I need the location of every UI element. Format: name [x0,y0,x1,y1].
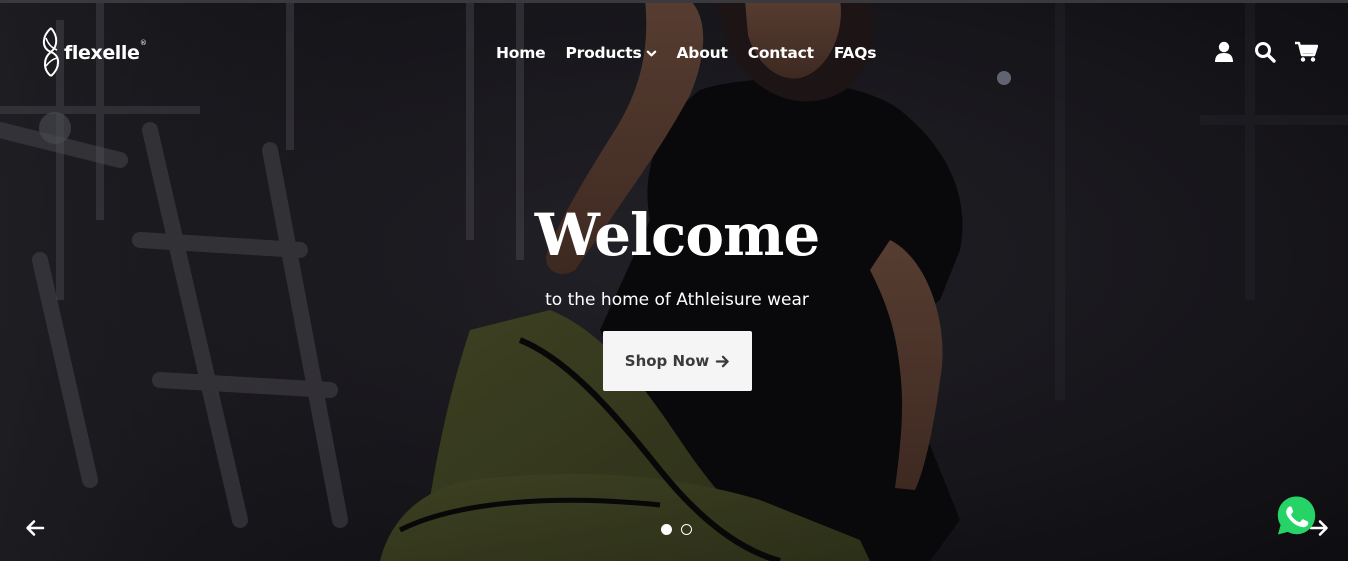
arrow-right-icon [715,355,730,367]
nav-item-home[interactable]: Home [496,44,546,62]
nav-item-label: FAQs [833,44,877,62]
nav-item-about[interactable]: About [677,44,728,62]
nav-item-label: Contact [747,44,814,62]
whatsapp-icon[interactable] [1276,495,1317,536]
search-icon [1255,42,1276,63]
user-icon [1215,41,1233,62]
search-button[interactable] [1253,40,1277,64]
hero-title: Welcome [534,201,821,269]
account-button[interactable] [1212,40,1236,64]
nav-item-label: About [676,44,728,62]
nav-item-label: Products [565,44,642,62]
nav-item-contact[interactable]: Contact [748,44,814,62]
slider-dots [661,524,701,535]
slider-prev-arrow-icon[interactable] [24,517,46,539]
logo-leaf-icon [42,27,60,77]
nav-item-label: Home [496,44,546,62]
hero-subtitle: to the home of Athleisure wear [545,290,809,310]
slider-dot-1[interactable] [661,524,672,535]
slider-dot-2[interactable] [681,524,692,535]
brand-logo[interactable]: flexelle ® [38,26,147,78]
site-header: flexelle ® Home Products About Contact F… [0,0,1348,100]
registered-mark: ® [139,39,147,47]
nav-item-faqs[interactable]: FAQs [833,44,877,62]
header-icons [1195,40,1318,64]
nav-item-products[interactable]: Products [565,44,656,62]
brand-name: flexelle ® [64,39,147,64]
hero-banner: flexelle ® Home Products About Contact F… [0,0,1348,561]
cart-icon [1295,41,1318,62]
shop-now-label: Shop Now [624,352,710,370]
main-nav: Home Products About Contact FAQs [496,42,876,64]
cart-button[interactable] [1294,40,1318,64]
chevron-down-icon [646,50,656,56]
brand-name-text: flexelle [64,42,140,64]
shop-now-button[interactable]: Shop Now [603,331,752,391]
